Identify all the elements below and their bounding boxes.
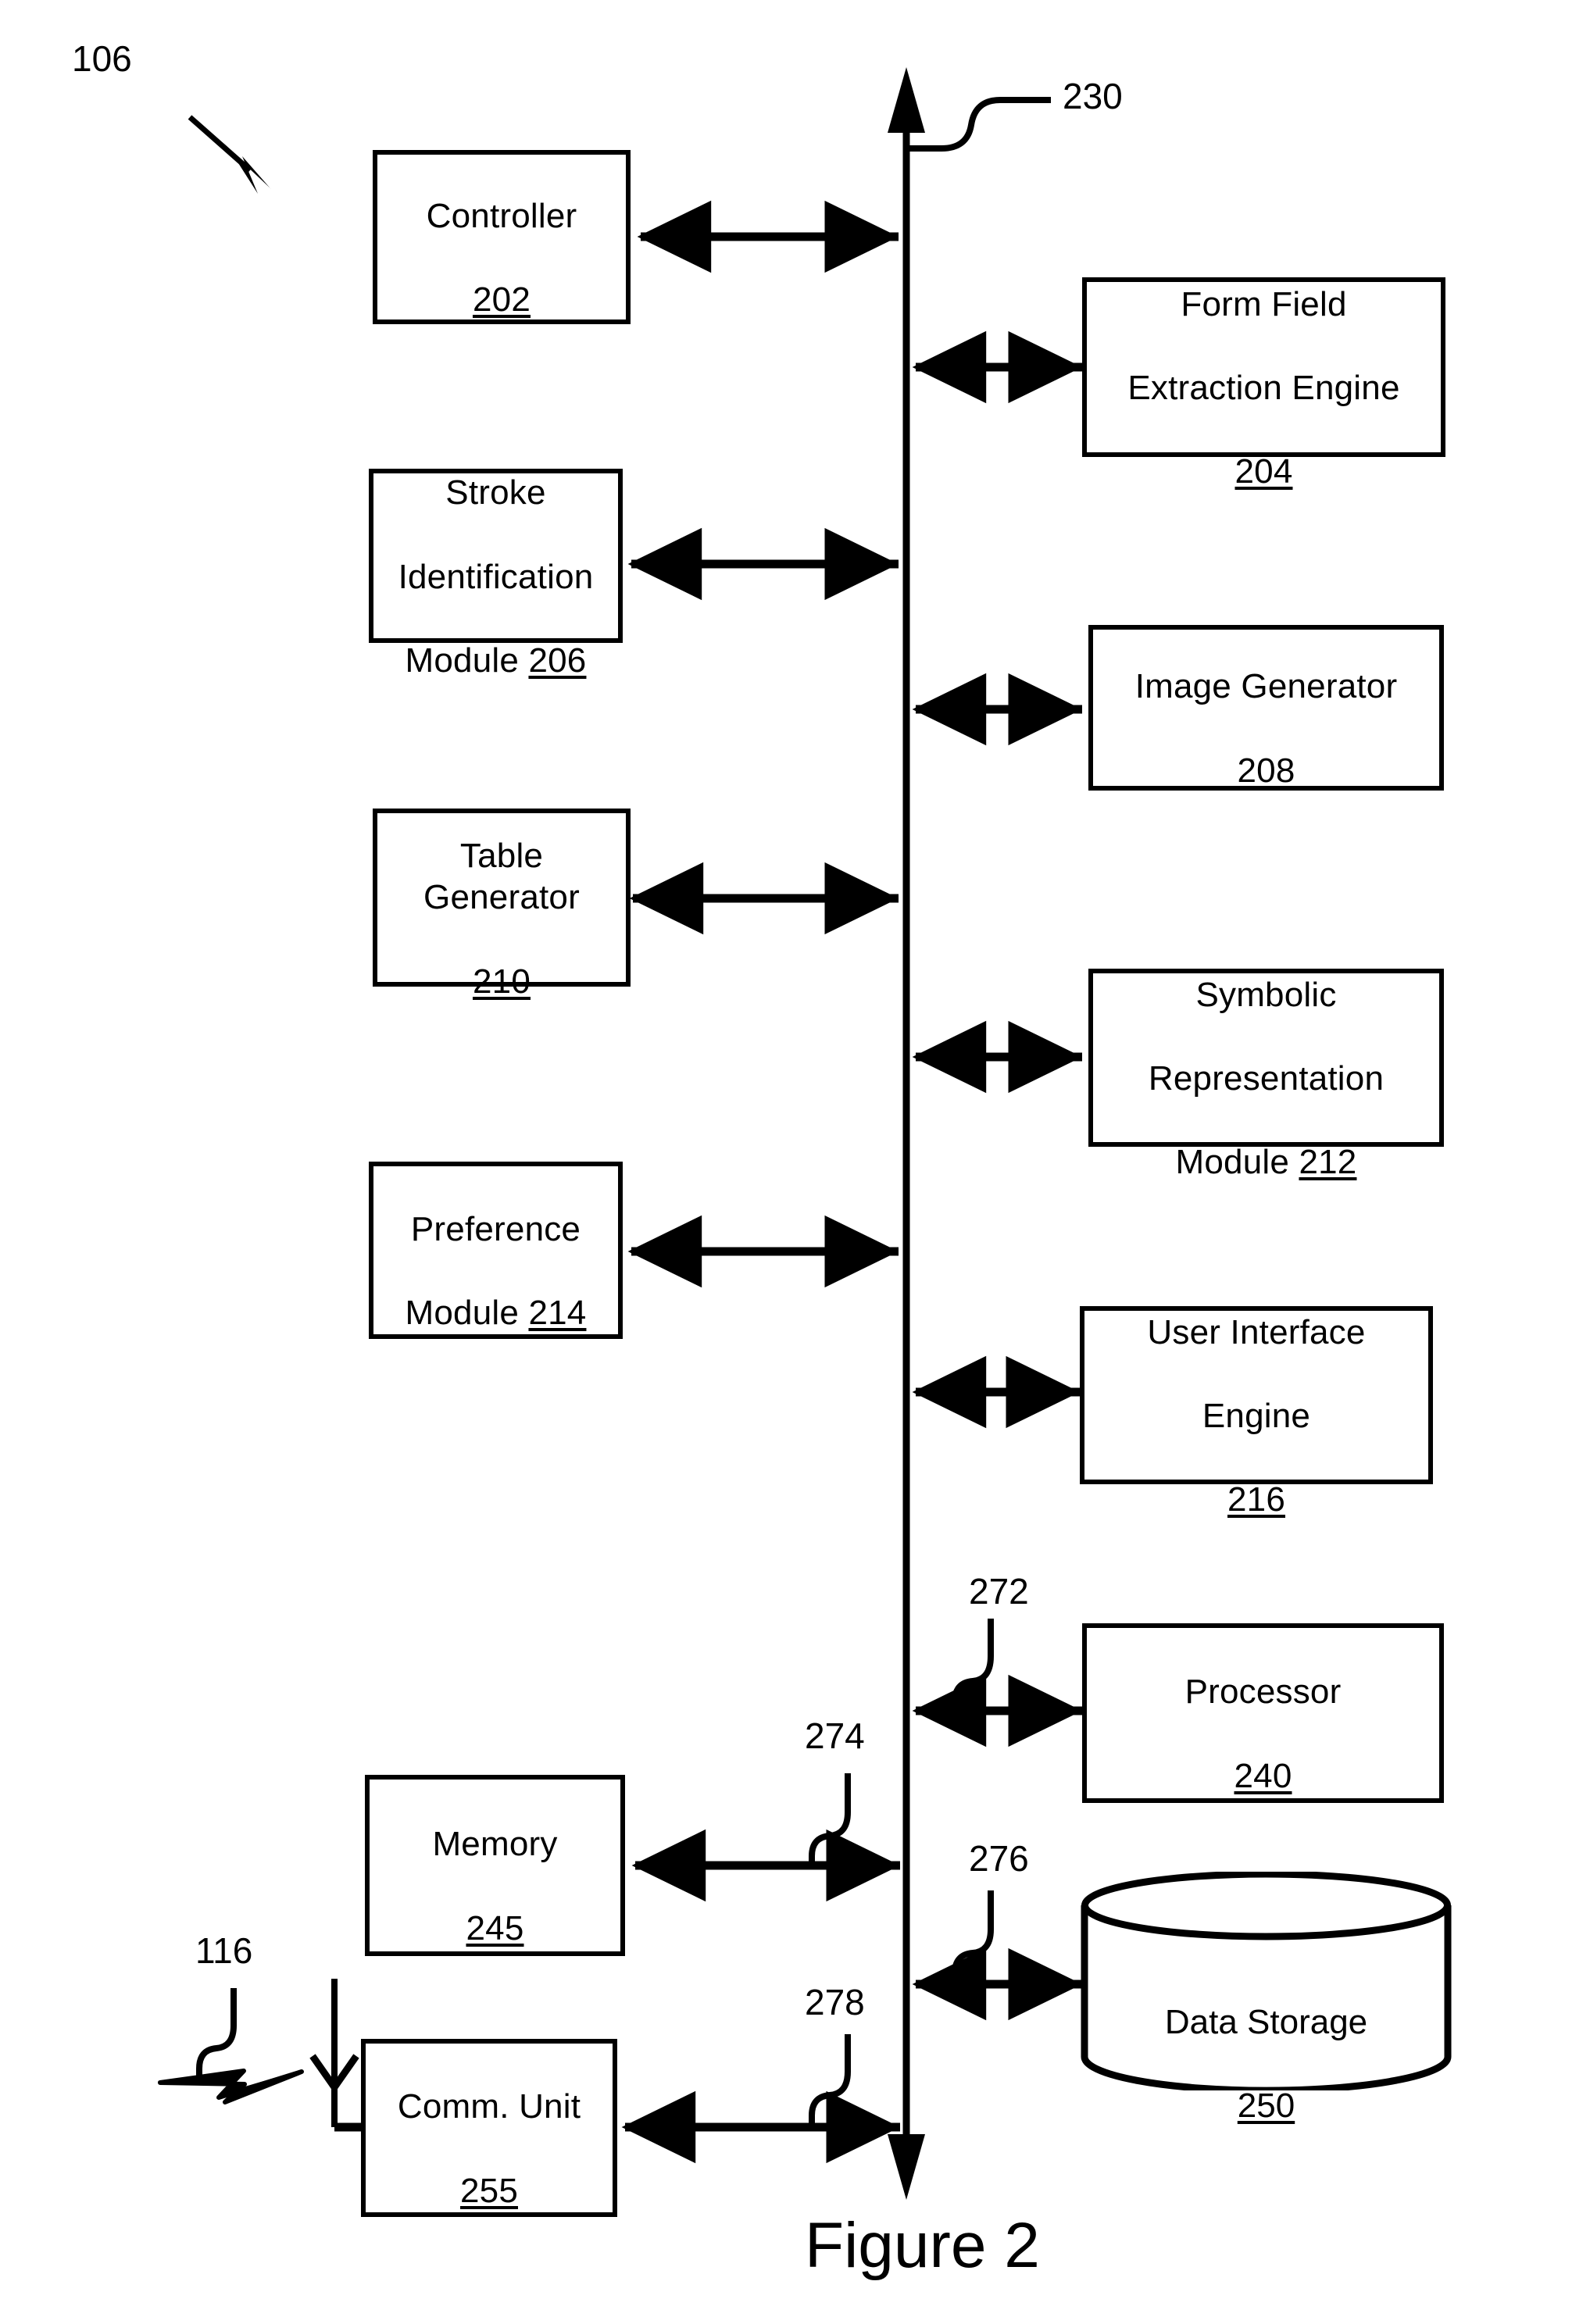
wireless-signal-group <box>158 1979 366 2132</box>
block-data-storage[interactable]: Data Storage 250 <box>1081 1872 1452 2125</box>
connector-arrows-left <box>621 200 900 2164</box>
block-processor[interactable]: Processor 240 <box>1082 1623 1444 1803</box>
block-stroke-identification-module-line1: Stroke <box>445 473 546 512</box>
block-controller[interactable]: Controller 202 <box>373 150 631 324</box>
block-comm-unit-ref: 255 <box>459 2171 518 2210</box>
block-comm-unit[interactable]: Comm. Unit 255 <box>361 2039 617 2217</box>
block-table-generator-ref: 210 <box>472 962 531 1001</box>
block-processor-title: Processor <box>1184 1672 1342 1712</box>
connector-ref-272: 272 <box>969 1571 1029 1612</box>
block-stroke-identification-module-ref: 206 <box>528 641 587 680</box>
connector-ref-278: 278 <box>805 1982 865 2022</box>
block-form-field-extraction-engine-line2: Extraction Engine <box>1127 369 1400 407</box>
figure-caption: Figure 2 <box>805 2210 1040 2281</box>
wireless-signal-ref-116: 116 <box>195 1930 253 1971</box>
block-comm-unit-title: Comm. Unit <box>397 2087 581 2126</box>
block-table-generator-title: Table Generator <box>423 836 580 917</box>
system-ref-106: 106 <box>72 38 132 79</box>
block-preference-module-ref: 214 <box>528 1294 587 1333</box>
block-stroke-identification-module-line3: Module <box>405 641 529 680</box>
block-symbolic-representation-module-line2: Representation <box>1148 1059 1385 1098</box>
block-user-interface-engine-line2: Engine <box>1202 1397 1311 1435</box>
block-controller-ref: 202 <box>472 280 531 320</box>
block-form-field-extraction-engine-ref: 204 <box>1234 452 1293 491</box>
connector-ref-276: 276 <box>969 1838 1029 1879</box>
block-preference-module-line1: Preference <box>410 1209 581 1248</box>
block-memory[interactable]: Memory 245 <box>365 1775 625 1956</box>
block-preference-module[interactable]: Preference Module 214 <box>369 1162 623 1339</box>
block-preference-module-line2: Module <box>405 1294 529 1333</box>
block-symbolic-representation-module-line3: Module <box>1175 1143 1299 1182</box>
figure-page: 106 230 272 274 276 278 116 Controller 2… <box>0 0 1590 2324</box>
connector-arrows-right <box>912 330 1082 2021</box>
block-user-interface-engine[interactable]: User Interface Engine 216 <box>1080 1306 1433 1519</box>
block-image-generator-ref: 208 <box>1237 751 1295 790</box>
block-stroke-identification-module-line2: Identification <box>398 557 594 596</box>
block-form-field-extraction-engine[interactable]: Form Field Extraction Engine 204 <box>1082 277 1445 491</box>
block-data-storage-ref: 250 <box>1237 2087 1295 2126</box>
block-symbolic-representation-module-ref: 212 <box>1299 1143 1357 1182</box>
block-symbolic-representation-module[interactable]: Symbolic Representation Module 212 <box>1088 969 1444 1181</box>
connector-ref-274: 274 <box>805 1715 865 1756</box>
block-memory-ref: 245 <box>466 1908 524 1947</box>
antenna-icon <box>309 1979 366 2132</box>
connector-leaders <box>809 1619 994 2129</box>
block-table-generator[interactable]: Table Generator 210 <box>373 809 631 1001</box>
block-data-storage-title: Data Storage <box>1164 2002 1368 2041</box>
block-stroke-identification-module[interactable]: Stroke Identification Module 206 <box>369 469 623 680</box>
bus-ref-230: 230 <box>1063 76 1123 116</box>
lightning-bolt-icon <box>158 2069 304 2104</box>
block-user-interface-engine-ref: 216 <box>1227 1480 1285 1519</box>
block-user-interface-engine-line1: User Interface <box>1147 1312 1366 1351</box>
block-symbolic-representation-module-line1: Symbolic <box>1195 975 1337 1014</box>
bus-line <box>888 67 1051 2200</box>
block-processor-ref: 240 <box>1234 1756 1292 1795</box>
system-ref-arrow <box>188 115 272 194</box>
block-memory-title: Memory <box>432 1825 558 1864</box>
block-image-generator[interactable]: Image Generator 208 <box>1088 625 1444 791</box>
block-image-generator-title: Image Generator <box>1134 667 1398 706</box>
block-controller-title: Controller <box>426 196 577 235</box>
block-form-field-extraction-engine-line1: Form Field <box>1181 284 1347 323</box>
